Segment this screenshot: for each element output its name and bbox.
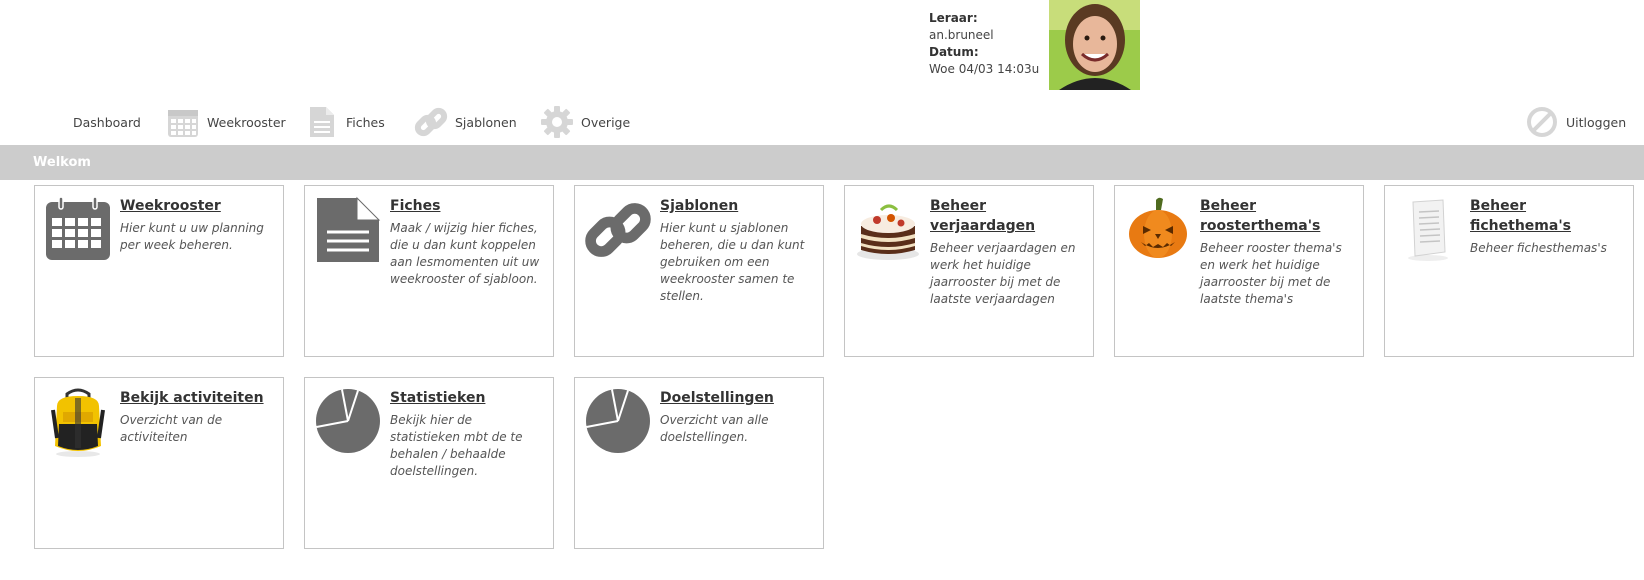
teacher-label: Leraar: (929, 11, 978, 25)
card-title[interactable]: Beheer verjaardagen (930, 196, 1085, 236)
card-title[interactable]: Bekijk activiteiten (120, 388, 275, 408)
paper-icon (1395, 196, 1461, 266)
user-info: Leraar: an.bruneel Datum: Woe 04/03 14:0… (929, 10, 1039, 78)
card-bekijk-activiteiten[interactable]: Bekijk activiteiten Overzicht van de act… (34, 377, 284, 549)
card-title[interactable]: Doelstellingen (660, 388, 815, 408)
card-description: Beheer verjaardagen en werk het huidige … (930, 241, 1076, 306)
chain-link-icon (414, 105, 448, 139)
gear-icon (540, 105, 574, 139)
card-statistieken[interactable]: Statistieken Bekijk hier de statistieken… (304, 377, 554, 549)
card-description: Beheer fichesthemas's (1470, 241, 1607, 255)
nav-sjablonen[interactable]: Sjablonen (414, 100, 517, 144)
card-sjablonen[interactable]: Sjablonen Hier kunt u sjablonen beheren,… (574, 185, 824, 357)
card-title[interactable]: Weekrooster (120, 196, 275, 216)
teacher-name: an.bruneel (929, 28, 994, 42)
nav-overige-label: Overige (581, 114, 631, 130)
pie-chart-icon (315, 388, 381, 458)
card-beheer-fichethemas[interactable]: Beheer fichethema's Beheer fichesthemas'… (1384, 185, 1634, 357)
card-description: Overzicht van alle doelstellingen. (660, 413, 769, 444)
card-description: Beheer rooster thema's en werk het huidi… (1200, 241, 1342, 306)
welcome-bar: Welkom (0, 145, 1644, 180)
card-beheer-verjaardagen[interactable]: Beheer verjaardagen Beheer verjaardagen … (844, 185, 1094, 357)
cake-icon (855, 196, 921, 266)
pumpkin-icon (1125, 196, 1191, 266)
calendar-icon (45, 196, 111, 266)
date-value: Woe 04/03 14:03u (929, 62, 1040, 76)
card-title[interactable]: Beheer roosterthema's (1200, 196, 1355, 236)
nav-uitloggen[interactable]: Uitloggen (1525, 100, 1626, 144)
card-title[interactable]: Beheer fichethema's (1470, 196, 1625, 236)
card-title[interactable]: Statistieken (390, 388, 545, 408)
nav-weekrooster-label: Weekrooster (207, 114, 286, 130)
card-beheer-roosterthemas[interactable]: Beheer roosterthema's Beheer rooster the… (1114, 185, 1364, 357)
document-icon (315, 196, 381, 266)
nav-fiches-label: Fiches (346, 114, 385, 130)
card-doelstellingen[interactable]: Doelstellingen Overzicht van alle doelst… (574, 377, 824, 549)
card-description: Bekijk hier de statistieken mbt de te be… (390, 413, 523, 478)
pie-chart-icon (585, 388, 651, 458)
card-title[interactable]: Sjablonen (660, 196, 815, 216)
logout-icon (1525, 105, 1559, 139)
card-description: Maak / wijzig hier fiches, die u dan kun… (390, 221, 540, 286)
card-description: Hier kunt u uw planning per week beheren… (120, 221, 264, 252)
card-title[interactable]: Fiches (390, 196, 545, 216)
card-description: Hier kunt u sjablonen beheren, die u dan… (660, 221, 805, 303)
chain-link-icon (585, 196, 651, 266)
nav-dashboard-label: Dashboard (73, 114, 141, 130)
card-weekrooster[interactable]: Weekrooster Hier kunt u uw planning per … (34, 185, 284, 357)
nav-uitloggen-label: Uitloggen (1566, 114, 1627, 130)
backpack-icon (45, 388, 111, 458)
nav-dashboard[interactable]: Dashboard (73, 100, 141, 144)
main-nav: Dashboard Weekrooster Fiches Sjablonen O… (0, 100, 1644, 144)
nav-overige[interactable]: Overige (540, 100, 630, 144)
document-icon (305, 105, 339, 139)
nav-sjablonen-label: Sjablonen (455, 114, 517, 130)
card-description: Overzicht van de activiteiten (120, 413, 223, 444)
date-label: Datum: (929, 45, 979, 59)
avatar (1049, 0, 1140, 90)
calendar-icon (166, 105, 200, 139)
card-fiches[interactable]: Fiches Maak / wijzig hier fiches, die u … (304, 185, 554, 357)
nav-fiches[interactable]: Fiches (305, 100, 385, 144)
nav-weekrooster[interactable]: Weekrooster (166, 100, 286, 144)
